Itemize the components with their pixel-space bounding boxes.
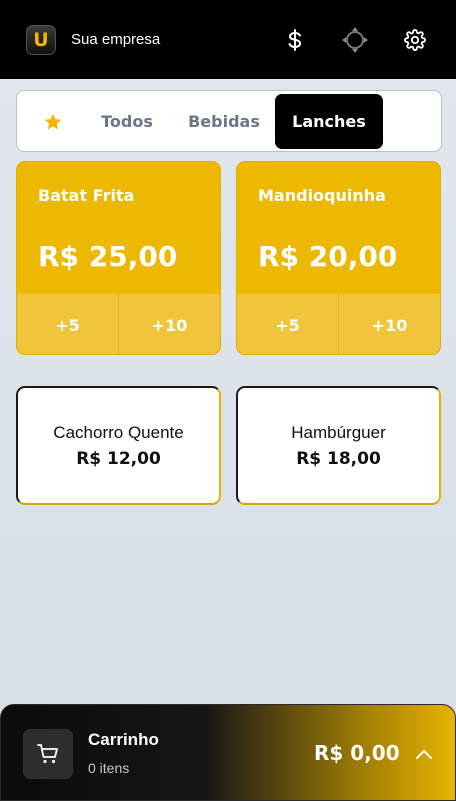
top-bar: U Sua empresa [0, 0, 456, 79]
product-card-hamburguer[interactable]: Hambúrguer R$ 18,00 [236, 386, 441, 505]
product-card-mandioquinha[interactable]: Mandioquinha R$ 20,00 +5 +10 [236, 161, 441, 355]
tab-favorites[interactable] [29, 94, 77, 149]
add-5-button[interactable]: +5 [17, 294, 118, 354]
product-name: Hambúrguer [291, 422, 386, 442]
product-price: R$ 18,00 [296, 448, 381, 469]
sync-button[interactable] [341, 26, 369, 54]
gear-icon [404, 29, 426, 51]
add-10-button[interactable]: +10 [338, 294, 440, 354]
product-price: R$ 20,00 [258, 240, 398, 273]
cart-total: R$ 0,00 [314, 741, 400, 765]
tab-bebidas[interactable]: Bebidas [181, 94, 267, 149]
cart-button[interactable] [23, 729, 73, 779]
star-icon [44, 113, 62, 129]
tab-lanches[interactable]: Lanches [275, 94, 383, 149]
quantity-bar: +5 +10 [17, 294, 220, 354]
product-price: R$ 25,00 [38, 240, 178, 273]
product-price: R$ 12,00 [76, 448, 161, 469]
cart-icon [37, 744, 58, 764]
product-name: Mandioquinha [258, 186, 386, 205]
product-card-batat-frita[interactable]: Batat Frita R$ 25,00 +5 +10 [16, 161, 221, 355]
chevron-up-icon [416, 750, 432, 759]
settings-button[interactable] [401, 26, 429, 54]
cart-bar[interactable]: Carrinho 0 itens R$ 0,00 [0, 704, 456, 801]
cart-item-count: 0 itens [88, 760, 130, 776]
category-tabs: Todos Bebidas Lanches [16, 90, 442, 152]
add-10-button[interactable]: +10 [118, 294, 220, 354]
company-name[interactable]: Sua empresa [71, 31, 160, 48]
cart-title: Carrinho [88, 730, 159, 749]
quantity-bar: +5 +10 [237, 294, 440, 354]
add-5-button[interactable]: +5 [237, 294, 338, 354]
app-logo: U [26, 25, 56, 55]
logo-letter: U [33, 28, 49, 51]
expand-cart-button[interactable] [412, 742, 436, 766]
sync-icon [342, 27, 368, 53]
product-name: Batat Frita [38, 186, 135, 205]
dollar-icon [288, 29, 302, 51]
tab-todos[interactable]: Todos [89, 94, 165, 149]
product-card-cachorro-quente[interactable]: Cachorro Quente R$ 12,00 [16, 386, 221, 505]
product-name: Cachorro Quente [53, 422, 184, 442]
dollar-button[interactable] [281, 26, 309, 54]
